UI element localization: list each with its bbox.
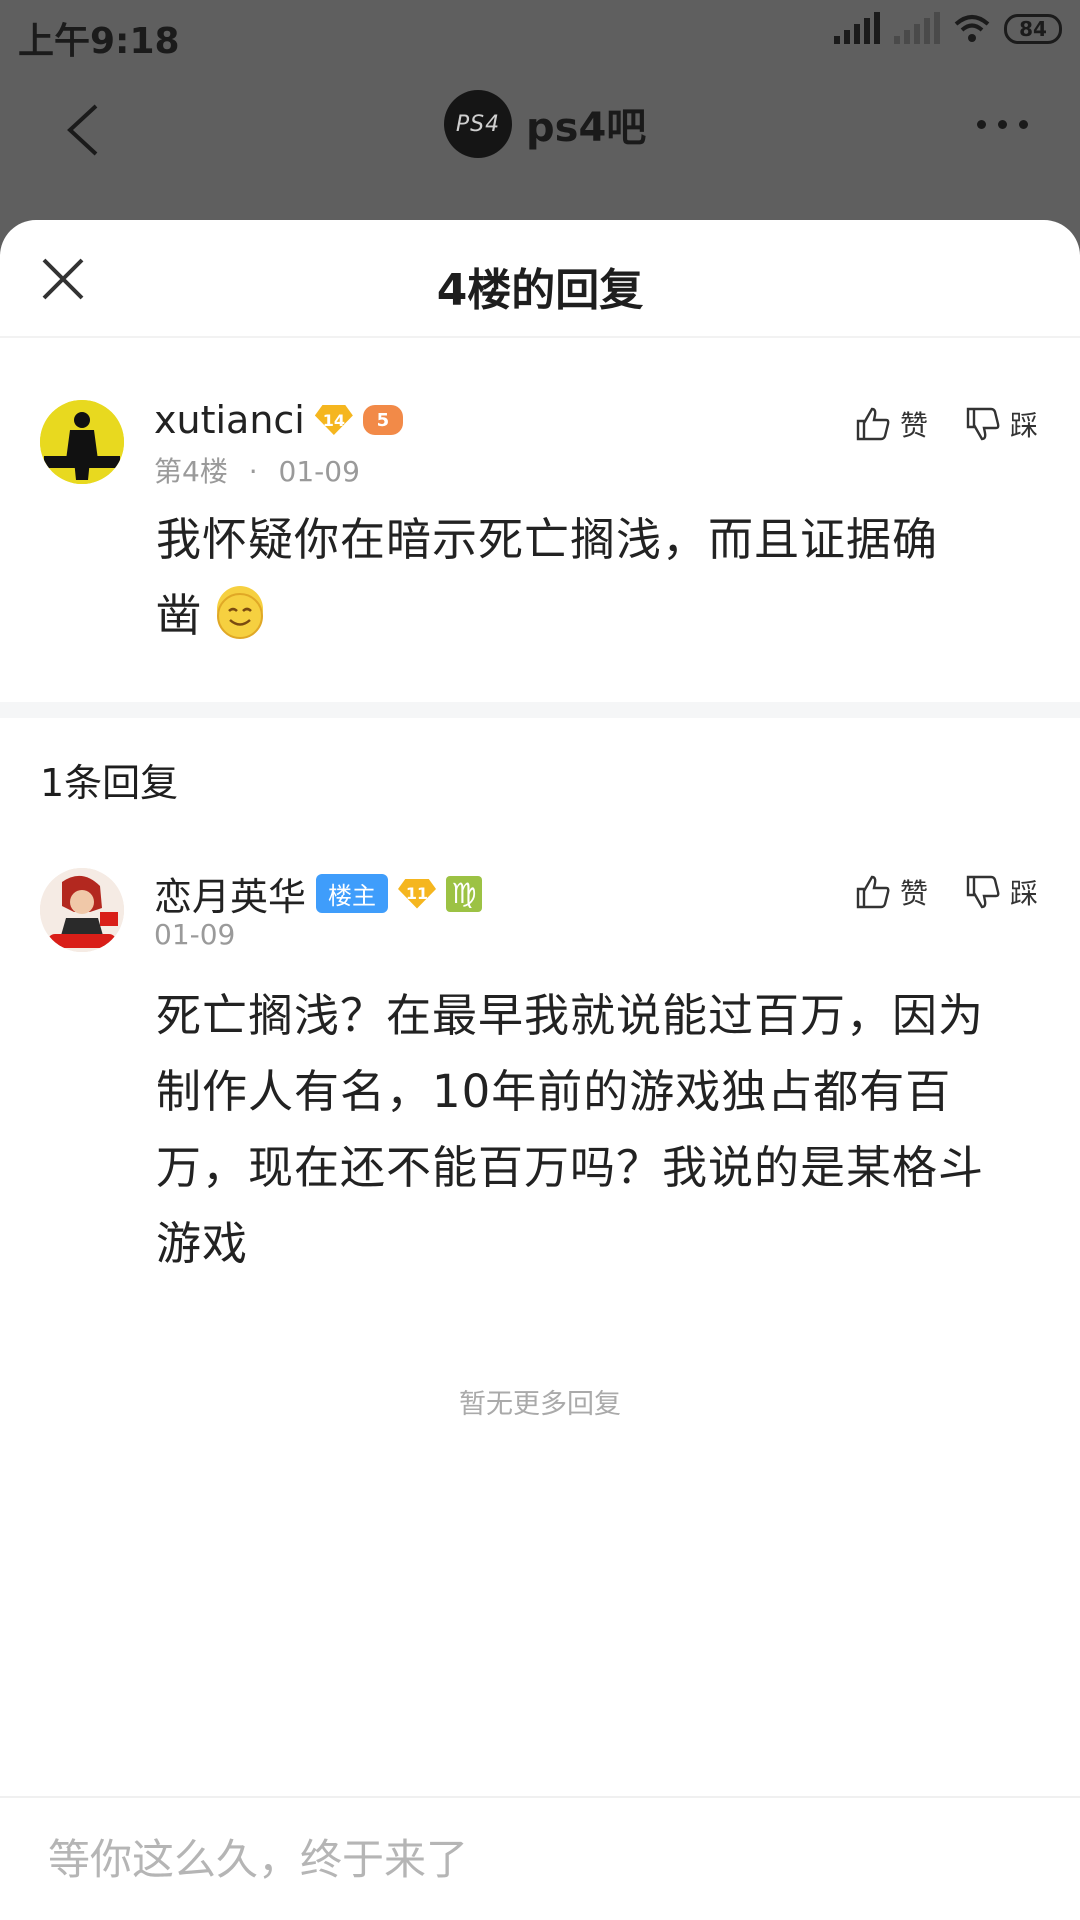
status-icons: 84 (834, 12, 1062, 44)
reply-date: 01-09 (154, 918, 236, 951)
reply-avatar[interactable] (40, 868, 124, 952)
gamepad-badge-icon: 5 (362, 405, 403, 435)
post-date: 01-09 (278, 455, 360, 488)
dislike-button[interactable]: 踩 (964, 872, 1038, 912)
thumbs-up-icon (856, 407, 890, 441)
level-badge: 11 (398, 878, 437, 909)
like-label: 赞 (899, 877, 928, 910)
forum-title[interactable]: PS4 ps4吧 (444, 90, 646, 158)
dislike-button[interactable]: 踩 (964, 404, 1038, 444)
wifi-icon (954, 15, 990, 42)
post-actions: 赞 踩 (854, 404, 1038, 444)
reply-author-row: 恋月英华 楼主 11 ♍ (154, 866, 483, 921)
smile-emoji-icon (217, 586, 264, 639)
post-username[interactable]: xutianci (154, 398, 305, 442)
battery-indicator: 84 (1004, 14, 1062, 44)
meta-separator: · (248, 455, 258, 488)
screen: 上午9:18 84 PS4 ps4吧 4楼的回复 xutianci 14 5 第… (0, 0, 1080, 1920)
thumbs-down-icon (966, 875, 1000, 909)
reply-actions: 赞 踩 (854, 872, 1038, 912)
post-author-row: xutianci 14 5 (154, 398, 403, 442)
forum-logo: PS4 (444, 90, 512, 158)
avatar-image (40, 868, 124, 952)
post-floor: 第4楼 (154, 455, 228, 488)
section-divider (0, 702, 1080, 718)
top-nav: PS4 ps4吧 (0, 66, 1080, 216)
post-content-line: 我怀疑你在暗示死亡搁浅，而且证据确 (156, 513, 939, 566)
signal-icon (834, 12, 880, 44)
forum-name: ps4吧 (526, 105, 647, 151)
post-content: 我怀疑你在暗示死亡搁浅，而且证据确 凿 (156, 502, 1036, 654)
virgo-badge-icon: ♍ (446, 875, 483, 912)
reply-input[interactable] (46, 1828, 1030, 1890)
post-meta: 第4楼 · 01-09 (154, 450, 360, 490)
avatar[interactable] (40, 400, 124, 484)
more-options-icon[interactable] (977, 120, 1028, 129)
reply-content: 死亡搁浅？在最早我就说能过百万，因为 制作人有名，10年前的游戏独占都有百 万，… (156, 978, 1036, 1282)
reply-username[interactable]: 恋月英华 (154, 866, 306, 921)
post-content-text: 凿 (156, 589, 203, 642)
avatar-image (40, 400, 124, 484)
thumbs-up-icon (856, 875, 890, 909)
reply-content-line: 死亡搁浅？在最早我就说能过百万，因为 (156, 989, 985, 1042)
sheet-title: 4楼的回复 (436, 265, 644, 316)
reply-content-line: 制作人有名，10年前的游戏独占都有百 (156, 1065, 952, 1118)
reply-content-line: 游戏 (156, 1217, 249, 1270)
post-content-line-2: 凿 (156, 578, 1036, 654)
back-arrow-icon[interactable] (56, 100, 116, 160)
thumbs-down-icon (966, 407, 1000, 441)
host-badge: 楼主 (316, 874, 389, 913)
like-label: 赞 (899, 409, 928, 442)
like-button[interactable]: 赞 (854, 404, 928, 444)
reply-content-line: 万，现在还不能百万吗？我说的是某格斗 (156, 1141, 985, 1194)
reply-count: 1条回复 (40, 761, 179, 805)
reply-input-bar (0, 1796, 1080, 1920)
dislike-label: 踩 (1009, 877, 1038, 910)
signal-secondary-icon (894, 12, 940, 44)
like-button[interactable]: 赞 (854, 872, 928, 912)
status-time: 上午9:18 (18, 21, 180, 62)
dislike-label: 踩 (1009, 409, 1038, 442)
status-bar: 上午9:18 84 (0, 0, 1080, 66)
no-more-replies: 暂无更多回复 (459, 1389, 621, 1420)
level-badge: 14 (314, 405, 353, 435)
sheet-header: 4楼的回复 (0, 220, 1080, 338)
